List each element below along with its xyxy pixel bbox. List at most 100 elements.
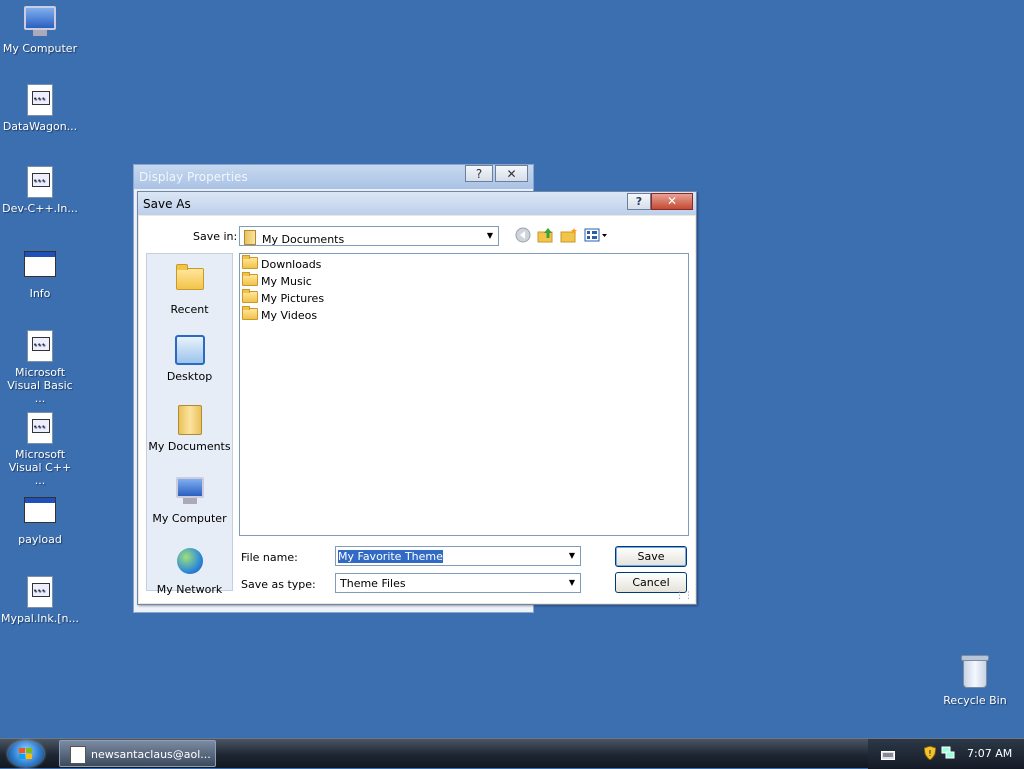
desktop-icon bbox=[174, 335, 206, 367]
desktop-icon-label: Recycle Bin bbox=[943, 694, 1007, 707]
help-icon: ? bbox=[475, 167, 483, 181]
resize-grip-icon[interactable]: ⋮⋮ bbox=[675, 591, 693, 601]
desktop-icon-label: Info bbox=[29, 287, 51, 300]
file-list[interactable]: Downloads My Music My Pictures My Videos bbox=[239, 253, 689, 536]
folder-icon bbox=[242, 272, 258, 286]
application-file-icon bbox=[24, 166, 56, 198]
windows-logo-icon bbox=[19, 748, 33, 760]
dialog-body: Save in: My Documents ▼ Recent Desktop M… bbox=[139, 216, 695, 603]
application-file-icon bbox=[24, 412, 56, 444]
folder-icon bbox=[242, 255, 258, 269]
save-type-dropdown[interactable]: Theme Files ▼ bbox=[335, 573, 581, 593]
keyboard-icon[interactable] bbox=[881, 750, 895, 763]
window-file-icon bbox=[24, 497, 56, 529]
taskbar-window-button[interactable]: newsantaclaus@aol... bbox=[59, 740, 216, 767]
place-my-documents[interactable]: My Documents bbox=[147, 404, 232, 453]
up-folder-icon[interactable] bbox=[537, 227, 555, 245]
help-button[interactable]: ? bbox=[465, 165, 493, 182]
place-label: My Computer bbox=[152, 512, 227, 525]
file-name-label: File name: bbox=[241, 551, 298, 564]
list-item[interactable]: My Videos bbox=[242, 306, 318, 324]
svg-text:!: ! bbox=[928, 749, 931, 758]
window-file-icon bbox=[24, 251, 56, 283]
desktop-icon-mypal[interactable]: Mypal.lnk.[n... bbox=[0, 576, 80, 625]
help-button[interactable]: ? bbox=[627, 193, 651, 210]
chevron-down-icon: ▼ bbox=[486, 231, 494, 240]
clock[interactable]: 7:07 AM bbox=[967, 747, 1012, 760]
desktop-icon-info[interactable]: Info bbox=[0, 248, 80, 300]
folder-icon bbox=[242, 289, 258, 303]
file-name: Downloads bbox=[261, 258, 322, 271]
save-as-dialog: Save As ? ✕ Save in: My Documents ▼ Rece… bbox=[137, 191, 697, 605]
save-in-label: Save in: bbox=[193, 230, 238, 243]
dialog-title: Save As bbox=[143, 197, 191, 211]
desktop-icon-recycle-bin[interactable]: Recycle Bin bbox=[935, 655, 1015, 707]
place-label: Recent bbox=[170, 303, 209, 316]
chevron-down-icon: ▼ bbox=[568, 578, 576, 587]
close-button[interactable]: ✕ bbox=[495, 165, 528, 182]
desktop-icon-payload[interactable]: payload bbox=[0, 494, 80, 546]
application-icon bbox=[70, 746, 86, 764]
my-documents-icon bbox=[244, 230, 256, 245]
desktop-icon-label: payload bbox=[18, 533, 62, 546]
file-name-field[interactable]: My Favorite Theme ▼ bbox=[335, 546, 581, 566]
recent-folder-icon bbox=[174, 264, 206, 300]
desktop-icon-visual-basic[interactable]: Microsoft Visual Basic ... bbox=[0, 330, 80, 405]
security-shield-icon[interactable]: ! bbox=[923, 745, 937, 763]
new-folder-icon[interactable] bbox=[560, 227, 578, 245]
place-label: My Network bbox=[156, 583, 223, 596]
desktop-icon-label: Mypal.lnk.[n... bbox=[1, 612, 79, 625]
taskbar-window-label: newsantaclaus@aol... bbox=[91, 748, 211, 761]
desktop-icon-label: Dev-C++.In... bbox=[2, 202, 78, 215]
place-desktop[interactable]: Desktop bbox=[147, 333, 232, 383]
place-recent[interactable]: Recent bbox=[147, 262, 232, 316]
recycle-bin-icon bbox=[959, 655, 991, 690]
desktop-icon-label: Microsoft Visual Basic ... bbox=[7, 366, 73, 405]
desktop-icon-label: My Computer bbox=[2, 42, 78, 55]
place-my-network[interactable]: My Network bbox=[147, 546, 232, 596]
application-file-icon bbox=[24, 576, 56, 608]
file-name: My Videos bbox=[261, 309, 318, 322]
my-computer-icon bbox=[174, 477, 206, 509]
save-in-dropdown[interactable]: My Documents ▼ bbox=[239, 226, 499, 246]
system-tray: ! 7:07 AM bbox=[868, 739, 1024, 769]
desktop-icon-label: Microsoft Visual C++ ... bbox=[8, 448, 72, 487]
application-file-icon bbox=[24, 330, 56, 362]
list-item[interactable]: My Pictures bbox=[242, 289, 325, 307]
desktop-icon-visual-cpp[interactable]: Microsoft Visual C++ ... bbox=[0, 412, 80, 487]
place-label: Desktop bbox=[166, 370, 213, 383]
network-icon[interactable] bbox=[941, 746, 955, 763]
desktop-icon-label: DataWagon... bbox=[2, 120, 78, 133]
file-name: My Pictures bbox=[261, 292, 325, 305]
desktop-icon-datawagon[interactable]: DataWagon... bbox=[0, 84, 80, 133]
back-icon[interactable] bbox=[514, 227, 532, 245]
my-documents-icon bbox=[174, 405, 206, 437]
file-name: My Music bbox=[261, 275, 312, 288]
start-button[interactable] bbox=[8, 741, 44, 767]
list-item[interactable]: Downloads bbox=[242, 255, 322, 273]
dialog-title-bar[interactable]: Save As ? ✕ bbox=[138, 192, 696, 215]
taskbar: newsantaclaus@aol... ! 7:07 AM bbox=[0, 738, 1024, 769]
save-type-value: Theme Files bbox=[340, 577, 406, 590]
desktop-icon-dev-cpp[interactable]: Dev-C++.In... bbox=[0, 166, 80, 215]
close-icon: ✕ bbox=[666, 194, 678, 208]
cancel-button[interactable]: Cancel bbox=[615, 572, 687, 593]
save-type-label: Save as type: bbox=[241, 578, 316, 591]
my-computer-icon bbox=[24, 6, 56, 38]
file-name-value: My Favorite Theme bbox=[338, 550, 443, 563]
close-button[interactable]: ✕ bbox=[651, 193, 693, 210]
places-bar: Recent Desktop My Documents My Computer … bbox=[146, 253, 233, 596]
save-button[interactable]: Save bbox=[615, 546, 687, 567]
views-menu-icon[interactable] bbox=[584, 227, 610, 245]
help-icon: ? bbox=[635, 195, 643, 208]
chevron-down-icon: ▼ bbox=[568, 551, 576, 560]
application-file-icon bbox=[24, 84, 56, 116]
desktop-icon-my-computer[interactable]: My Computer bbox=[0, 4, 80, 55]
folder-icon bbox=[242, 306, 258, 320]
save-in-value: My Documents bbox=[262, 233, 345, 246]
list-item[interactable]: My Music bbox=[242, 272, 312, 290]
close-icon: ✕ bbox=[506, 167, 517, 181]
my-network-icon bbox=[174, 548, 206, 580]
place-my-computer[interactable]: My Computer bbox=[147, 475, 232, 525]
place-label: My Documents bbox=[148, 440, 231, 453]
